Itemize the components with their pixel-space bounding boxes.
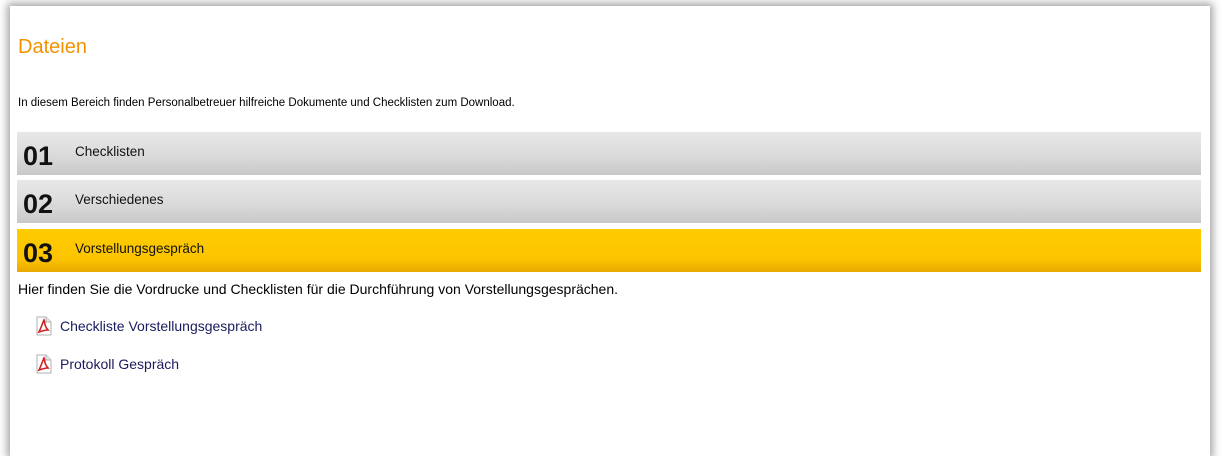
intro-text: In diesem Bereich finden Personalbetreue… [18, 97, 515, 109]
file-link-label: Protokoll Gespräch [60, 356, 180, 372]
section-number: 03 [23, 238, 54, 268]
pdf-icon [35, 354, 53, 374]
section-number: 02 [23, 189, 54, 219]
section-label: Vorstellungsgespräch [75, 241, 205, 256]
content-panel: Dateien In diesem Bereich finden Persona… [10, 6, 1210, 456]
section-vorstellungsgespraech[interactable]: 03 Vorstellungsgespräch [17, 229, 1201, 272]
file-link-protokoll-gespraech[interactable]: Protokoll Gespräch [35, 354, 179, 374]
pdf-icon [35, 316, 53, 336]
section-description: Hier finden Sie die Vordrucke und Checkl… [18, 281, 619, 297]
section-label: Verschiedenes [75, 192, 164, 207]
section-label: Checklisten [75, 144, 145, 159]
section-number: 01 [23, 141, 54, 171]
file-link-checkliste-vorstellungsgespraech[interactable]: Checkliste Vorstellungsgespräch [35, 316, 262, 336]
section-checklisten[interactable]: 01 Checklisten [17, 132, 1201, 175]
page-title: Dateien [18, 36, 87, 58]
file-link-label: Checkliste Vorstellungsgespräch [60, 318, 263, 334]
section-verschiedenes[interactable]: 02 Verschiedenes [17, 180, 1201, 223]
